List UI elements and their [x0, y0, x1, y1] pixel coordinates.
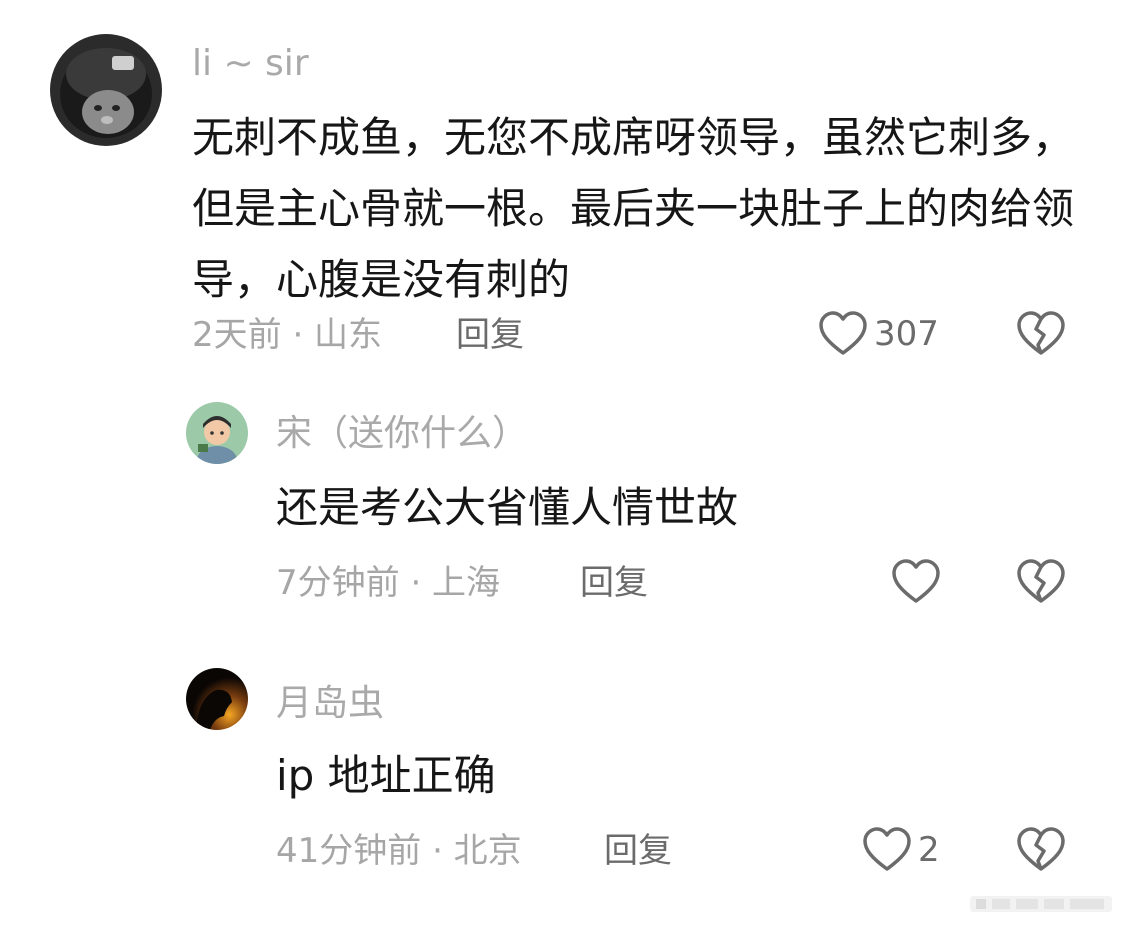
- heart-icon: [819, 311, 867, 355]
- broken-heart-icon: [1017, 827, 1065, 871]
- like-button[interactable]: 307: [818, 311, 939, 357]
- dislike-button[interactable]: [1016, 311, 1066, 357]
- comment-text: ip 地址正确: [276, 751, 496, 800]
- cat-helmet-avatar-icon: [50, 34, 162, 146]
- like-count: 2: [918, 830, 940, 870]
- reply-button[interactable]: 回复: [456, 314, 524, 356]
- heart-icon: [892, 559, 940, 603]
- username[interactable]: 月岛虫: [276, 682, 384, 726]
- like-button[interactable]: 2: [862, 827, 940, 873]
- comment-text: 还是考公大省懂人情世故: [276, 483, 739, 532]
- comment-text: 无刺不成鱼，无您不成席呀领导，虽然它刺多，但是主心骨就一根。最后夹一块肚子上的肉…: [192, 113, 1075, 304]
- like-count: 307: [874, 314, 939, 354]
- heart-icon: [863, 827, 911, 871]
- dislike-button[interactable]: [1016, 827, 1066, 873]
- like-button[interactable]: [891, 559, 947, 605]
- avatar[interactable]: [186, 402, 248, 464]
- username[interactable]: 宋（送你什么）: [276, 412, 528, 456]
- reply-item: 宋（送你什么） 还是考公大省懂人情世故 7分钟前 · 上海 回复: [0, 390, 1124, 630]
- comment-meta: 7分钟前 · 上海: [276, 563, 501, 603]
- comment-item: li ~ sir 无刺不成鱼，无您不成席呀领导，虽然它刺多，但是主心骨就一根。最…: [0, 0, 1124, 380]
- avatar[interactable]: [50, 34, 162, 146]
- broken-heart-icon: [1017, 559, 1065, 603]
- username[interactable]: li ~ sir: [192, 42, 309, 86]
- watermark: [970, 896, 1112, 912]
- comment-meta: 41分钟前 · 北京: [276, 831, 522, 871]
- broken-heart-icon: [1017, 311, 1065, 355]
- reply-button[interactable]: 回复: [580, 562, 648, 604]
- reply-button[interactable]: 回复: [604, 830, 672, 872]
- avatar[interactable]: [186, 668, 248, 730]
- dislike-button[interactable]: [1016, 559, 1066, 605]
- comment-meta: 2天前 · 山东: [192, 315, 383, 355]
- sunset-silhouette-avatar-icon: [186, 668, 248, 730]
- cartoon-person-avatar-icon: [186, 402, 248, 464]
- reply-item: 月岛虫 ip 地址正确 41分钟前 · 北京 回复 2: [0, 660, 1124, 890]
